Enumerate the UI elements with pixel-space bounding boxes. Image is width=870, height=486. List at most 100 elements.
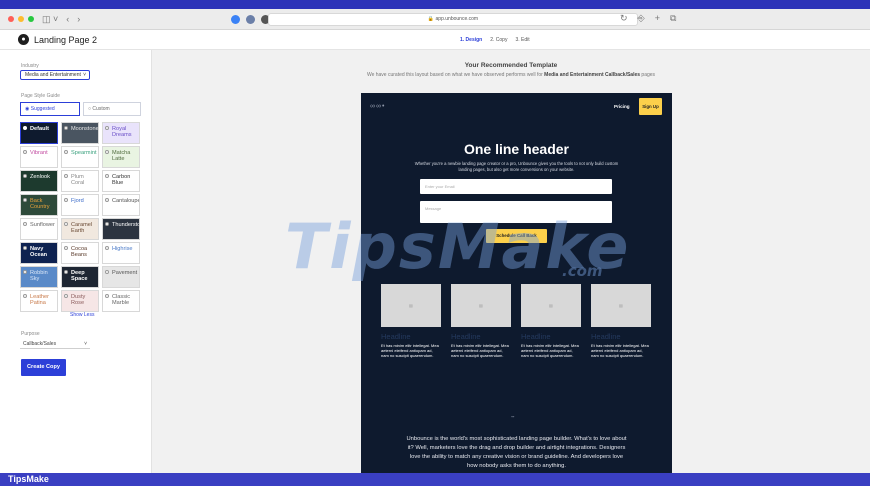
maximize-window-icon[interactable]	[28, 16, 34, 22]
style-tile[interactable]: Plum Coral	[61, 170, 99, 192]
image-placeholder-icon: ▤	[381, 284, 441, 327]
step-tab[interactable]: 3. Edit	[515, 37, 529, 43]
style-tile[interactable]: Moonstone	[61, 122, 99, 144]
style-guide-grid: Default Moonstone Royal Dreams Vibrant Spear…	[20, 122, 142, 312]
recommended-title: Your Recommended Template	[464, 62, 558, 69]
forward-icon[interactable]: ›	[77, 14, 80, 24]
feature-text: Et has minim elitr intellegat. Mea aeter…	[381, 343, 439, 359]
url-text: app.unbounce.com	[435, 16, 479, 22]
tabs-overview-icon[interactable]: ⧉	[670, 13, 676, 24]
radio-icon	[64, 198, 68, 202]
close-window-icon[interactable]	[8, 16, 14, 22]
recommended-subtitle: We have curated this layout based on wha…	[152, 72, 870, 78]
preview-testimonial: Unbounce is the world's most sophisticat…	[406, 436, 627, 469]
style-tile[interactable]: Classic Marble	[102, 290, 140, 312]
subtitle-bold: Media and Entertainment Callback/Sales	[544, 72, 641, 78]
minimize-window-icon[interactable]	[18, 16, 24, 22]
style-tile-label: Highrise	[112, 246, 133, 252]
style-tile[interactable]: Matcha Latte	[102, 146, 140, 168]
style-tile-label: Dusty Rose	[71, 294, 86, 306]
wizard-steps: 1. Design 2. Copy 3. Edit	[460, 37, 530, 43]
template-preview[interactable]: ∞∞• Pricing Sign Up One line header Whet…	[361, 93, 672, 473]
style-tile[interactable]: Pavement	[102, 266, 140, 288]
step-tab[interactable]: 1. Design	[460, 37, 482, 43]
unbounce-logo-icon[interactable]: ●	[18, 34, 29, 45]
image-placeholder-icon: ▤	[451, 284, 511, 327]
industry-select[interactable]: Media and Entertainment ˅	[20, 70, 90, 80]
radio-icon	[105, 294, 109, 298]
sidebar-toggle-icon[interactable]: ◫ ˅	[42, 14, 58, 25]
step-tab[interactable]: 2. Copy	[490, 37, 507, 43]
radio-icon	[23, 126, 27, 130]
feature-card: ▤ Headline Et has minim elitr intellegat…	[591, 284, 653, 359]
quote-icon: “”	[511, 416, 515, 422]
extension-icon[interactable]	[231, 15, 240, 24]
style-tile[interactable]: Deep Space	[61, 266, 99, 288]
style-tile[interactable]: Vibrant	[20, 146, 58, 168]
style-tile[interactable]: Royal Dreams	[102, 122, 140, 144]
radio-icon	[105, 198, 109, 202]
feature-headline: Headline	[451, 332, 481, 341]
image-placeholder-icon: ▤	[521, 284, 581, 327]
style-tile[interactable]: Dusty Rose	[61, 290, 99, 312]
style-tile-label: Pavement	[112, 270, 138, 276]
browser-actions: ↻ ⎆ + ⧉	[620, 13, 676, 24]
style-tile-label: Deep Space	[71, 270, 88, 282]
style-tile[interactable]: Zenlook	[20, 170, 58, 192]
custom-option[interactable]: ○ Custom	[83, 102, 141, 116]
style-tile[interactable]: Fjord	[61, 194, 99, 216]
style-tile[interactable]: Cocoa Beans	[61, 242, 99, 264]
preview-email-input: Enter your Email	[420, 179, 612, 194]
style-tile-label: Default	[30, 126, 49, 132]
url-bar[interactable]: 🔒 app.unbounce.com	[268, 13, 638, 26]
show-less-link[interactable]: Show Less	[70, 312, 94, 318]
style-guide-label: Page Style Guide	[21, 93, 60, 99]
watermark-suffix: .com	[562, 262, 603, 280]
preview-paragraph: Whether you're a newbie landing page cre…	[414, 161, 619, 172]
share-icon[interactable]: ⎆	[638, 13, 645, 24]
style-tile-label: Moonstone	[71, 126, 99, 132]
chevron-down-icon: ˅	[84, 341, 87, 347]
purpose-select[interactable]: Callback/Sales ˅	[20, 339, 90, 349]
radio-icon	[64, 222, 68, 226]
style-tile[interactable]: Carbon Blue	[102, 170, 140, 192]
suggested-label: Suggested	[30, 106, 55, 112]
purpose-select-value: Callback/Sales	[23, 341, 57, 347]
style-tile[interactable]: Thunderstorm	[102, 218, 140, 240]
reload-icon[interactable]: ↻	[620, 13, 628, 24]
style-tile[interactable]: Default	[20, 122, 58, 144]
style-tile-label: Back Country	[30, 198, 50, 210]
feature-text: Et has minim elitr intellegat. Mea aeter…	[451, 343, 509, 359]
style-tile-label: Sunflower	[30, 222, 55, 228]
style-tile[interactable]: Spearmint	[61, 146, 99, 168]
radio-icon	[105, 150, 109, 154]
radio-icon	[105, 222, 109, 226]
extension-icon[interactable]	[246, 15, 255, 24]
style-tile[interactable]: Caramel Earth	[61, 218, 99, 240]
style-tile[interactable]: Sunflower	[20, 218, 58, 240]
style-tile-label: Plum Coral	[71, 174, 85, 186]
feature-card: ▤ Headline Et has minim elitr intellegat…	[381, 284, 443, 359]
style-tile[interactable]: Robbin Sky	[20, 266, 58, 288]
window-controls[interactable]	[8, 16, 34, 22]
feature-headline: Headline	[591, 332, 621, 341]
sidebar: Industry Media and Entertainment ˅ Page …	[0, 50, 152, 473]
radio-icon	[64, 174, 68, 178]
style-tile-label: Vibrant	[30, 150, 48, 156]
style-tile[interactable]: Highrise	[102, 242, 140, 264]
back-icon[interactable]: ‹	[66, 14, 69, 24]
new-tab-icon[interactable]: +	[655, 13, 660, 24]
suggested-option[interactable]: ◉ Suggested	[20, 102, 80, 116]
feature-text: Et has minim elitr intellegat. Mea aeter…	[521, 343, 579, 359]
style-tile[interactable]: Leather Patina	[20, 290, 58, 312]
style-tile[interactable]: Back Country	[20, 194, 58, 216]
style-tile[interactable]: Cantaloupe	[102, 194, 140, 216]
create-copy-button[interactable]: Create Copy	[21, 359, 66, 376]
radio-icon	[23, 246, 27, 250]
style-tile[interactable]: Navy Ocean	[20, 242, 58, 264]
feature-text: Et has minim elitr intellegat. Mea aeter…	[591, 343, 649, 359]
style-tile-label: Fjord	[71, 198, 84, 204]
radio-icon	[23, 174, 27, 178]
style-tile-label: Cantaloupe	[112, 198, 140, 204]
radio-icon	[23, 294, 27, 298]
